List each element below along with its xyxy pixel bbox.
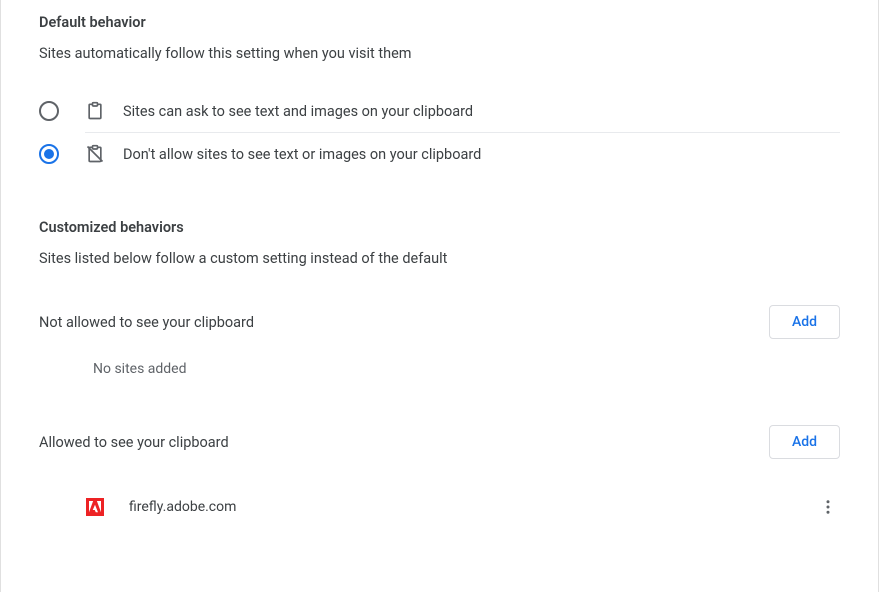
default-behavior-title: Default behavior	[39, 14, 840, 31]
settings-panel: Default behavior Sites automatically fol…	[0, 0, 879, 592]
site-more-actions-button[interactable]	[812, 491, 844, 523]
customized-behaviors-title: Customized behaviors	[39, 219, 840, 236]
default-behavior-description: Sites automatically follow this setting …	[39, 45, 840, 62]
radio-option-ask[interactable]: Sites can ask to see text and images on …	[39, 90, 840, 132]
default-behavior-radio-group: Sites can ask to see text and images on …	[39, 90, 840, 175]
adobe-favicon-icon	[85, 497, 105, 517]
allowed-list-header: Allowed to see your clipboard Add	[39, 425, 840, 459]
allowed-site-name: firefly.adobe.com	[129, 499, 812, 515]
blocked-list-header: Not allowed to see your clipboard Add	[39, 305, 840, 339]
allowed-list-title: Allowed to see your clipboard	[39, 434, 229, 451]
clipboard-icon	[85, 101, 105, 121]
blocked-empty-message: No sites added	[93, 361, 840, 377]
add-allowed-button[interactable]: Add	[769, 425, 840, 459]
add-blocked-button[interactable]: Add	[769, 305, 840, 339]
radio-button-selected	[39, 144, 59, 164]
allowed-site-row[interactable]: firefly.adobe.com	[85, 481, 840, 533]
radio-label-ask: Sites can ask to see text and images on …	[123, 103, 473, 120]
customized-behaviors-description: Sites listed below follow a custom setti…	[39, 250, 840, 267]
blocked-list-title: Not allowed to see your clipboard	[39, 314, 254, 331]
more-vert-icon	[819, 498, 837, 516]
radio-label-block: Don't allow sites to see text or images …	[123, 146, 481, 163]
radio-button-unselected	[39, 101, 59, 121]
clipboard-blocked-icon	[85, 144, 105, 164]
radio-option-block[interactable]: Don't allow sites to see text or images …	[39, 133, 840, 175]
